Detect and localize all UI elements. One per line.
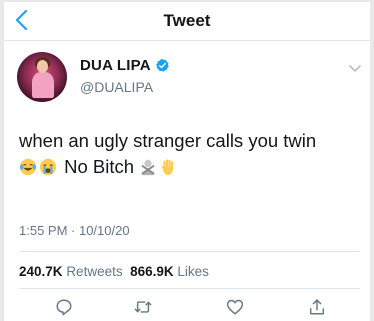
share-icon[interactable] — [308, 298, 326, 316]
tweet-text: when an ugly stranger calls you twin No … — [19, 128, 364, 180]
divider-top — [19, 251, 360, 252]
reply-icon[interactable] — [55, 298, 73, 316]
author-name-row[interactable]: DUA LIPA — [80, 57, 170, 74]
retweets-stat[interactable]: 240.7K Retweets — [19, 264, 123, 279]
crying-face-emoji-icon — [39, 158, 57, 176]
divider-bottom — [19, 288, 360, 289]
tweet-text-line-2: No Bitch — [19, 154, 364, 180]
retweets-label: Retweets — [66, 264, 123, 279]
tweet-action-bar — [4, 298, 370, 320]
avatar-figure-head — [37, 60, 48, 73]
author-handle[interactable]: @DUALIPA — [80, 79, 153, 95]
chevron-down-icon[interactable] — [349, 65, 361, 73]
verified-badge-icon — [155, 58, 169, 72]
tweet-screen: Tweet DUA LIPA @DUALIPA when an ugly str… — [4, 2, 370, 321]
author-display-name: DUA LIPA — [80, 57, 151, 74]
retweet-icon[interactable] — [134, 298, 152, 316]
tweet-text-line-1: when an ugly stranger calls you twin — [19, 130, 317, 151]
like-icon[interactable] — [226, 298, 244, 316]
person-gesturing-no-emoji-icon — [141, 159, 155, 176]
retweets-count: 240.7K — [19, 264, 63, 279]
top-navigation-bar: Tweet — [4, 2, 370, 41]
likes-label: Likes — [177, 264, 209, 279]
likes-stat[interactable]: 866.9K Likes — [130, 264, 209, 279]
likes-count: 866.9K — [130, 264, 174, 279]
tweet-timestamp[interactable]: 1:55 PM · 10/10/20 — [19, 223, 130, 238]
laughing-tears-emoji-icon — [19, 158, 37, 176]
avatar[interactable] — [17, 52, 67, 102]
tweet-stats: 240.7K Retweets 866.9K Likes — [19, 264, 209, 279]
raised-hand-emoji-icon — [161, 159, 174, 176]
avatar-figure-body — [32, 72, 54, 98]
tweet-text-no-bitch: No Bitch — [64, 156, 135, 177]
page-title: Tweet — [163, 11, 211, 30]
